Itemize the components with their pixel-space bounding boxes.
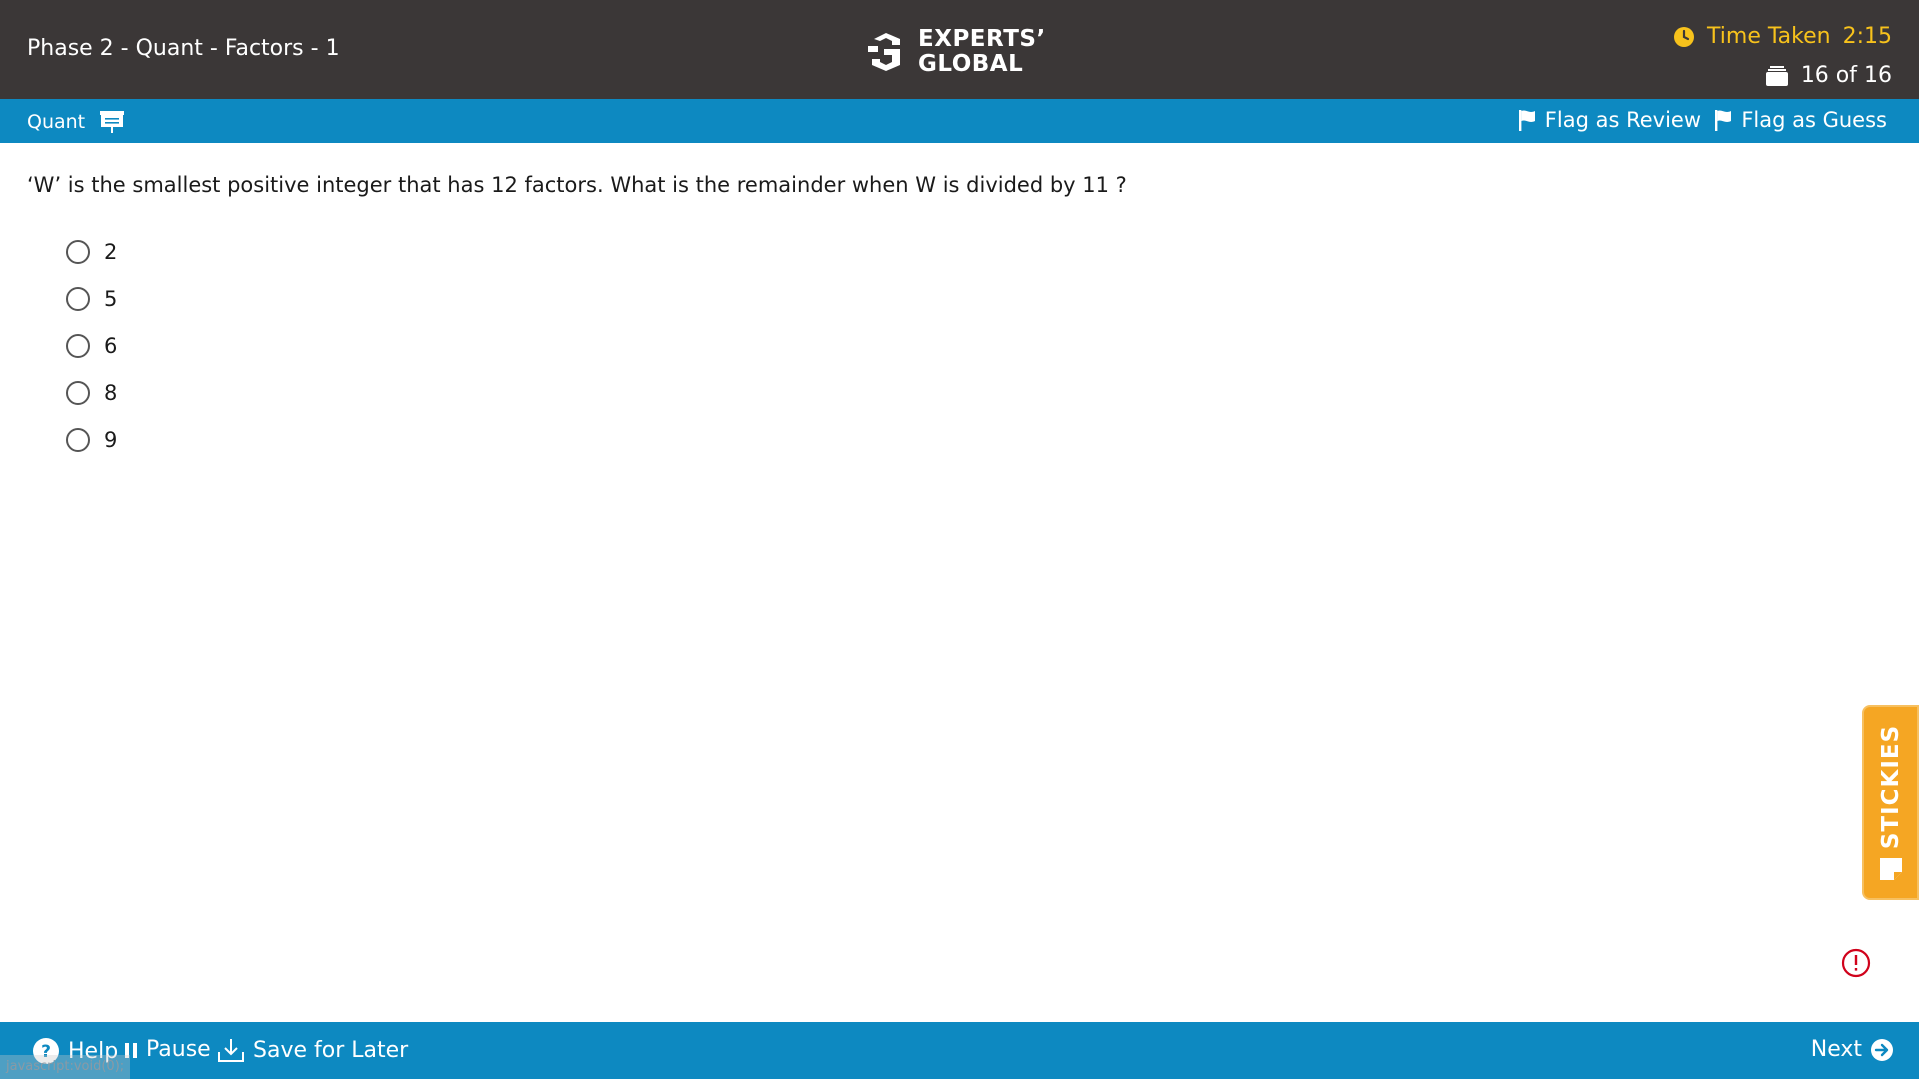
stickies-label: STICKIES [1878,724,1905,850]
alert-icon[interactable] [1841,948,1871,978]
whiteboard-icon[interactable] [99,110,125,134]
radio-button[interactable] [66,333,90,358]
section-name: Quant [27,111,86,133]
question-count: 16 of 16 [1800,63,1892,88]
radio-button[interactable] [66,239,90,264]
pause-label: Pause [146,1037,211,1062]
arrow-right-icon [1871,1038,1893,1061]
logo-mark-icon [868,33,900,71]
flag-as-guess-button[interactable]: Flag as Guess [1713,108,1887,132]
answer-option-a[interactable]: 2 [66,228,117,275]
radio-button[interactable] [66,286,90,311]
next-label: Next [1810,1037,1862,1062]
flag-as-review-button[interactable]: Flag as Review [1517,108,1701,132]
flag-icon [1518,110,1535,131]
option-label: 2 [104,239,118,264]
flag-review-label: Flag as Review [1544,108,1701,132]
top-header: Phase 2 - Quant - Factors - 1 EXPERTS’ G… [0,0,1919,99]
download-icon [218,1039,244,1062]
section-indicator[interactable]: Quant [27,110,125,134]
question-text: ‘W’ is the smallest positive integer tha… [27,173,1127,197]
radio-button[interactable] [66,427,90,452]
save-for-later-button[interactable]: Save for Later [217,1037,408,1063]
test-title: Phase 2 - Quant - Factors - 1 [27,36,340,61]
browser-status-url: javascript:void(0); [0,1055,130,1079]
answer-option-e[interactable]: 9 [66,416,117,463]
timer-label: Time Taken [1707,24,1831,49]
radio-button[interactable] [66,380,90,405]
answer-option-c[interactable]: 6 [66,322,117,369]
save-label: Save for Later [253,1037,409,1063]
question-stack-icon [1765,65,1788,86]
option-label: 5 [104,286,118,311]
option-label: 6 [104,333,118,358]
next-button[interactable]: Next [1811,1037,1894,1062]
bottom-toolbar: ? Help Pause Save for Later Next [0,1022,1919,1079]
flag-guess-label: Flag as Guess [1741,108,1887,132]
section-bar: Quant Flag as Review Flag as Guess [0,99,1919,143]
logo-line-2: GLOBAL [918,51,1024,77]
pause-button[interactable]: Pause [124,1037,211,1062]
option-label: 8 [104,380,118,405]
answer-option-b[interactable]: 5 [66,275,117,322]
sticky-note-icon [1880,858,1902,880]
timer-value: 2:15 [1842,24,1892,49]
logo-line-1: EXPERTS’ [918,26,1046,52]
experts-global-logo: EXPERTS’ GLOBAL [866,27,1046,77]
answer-options: 2 5 6 8 9 [66,228,117,463]
clock-icon [1674,26,1695,47]
flag-icon [1715,110,1732,131]
stickies-tab[interactable]: STICKIES [1862,705,1919,900]
answer-option-d[interactable]: 8 [66,369,117,416]
option-label: 9 [104,427,118,452]
time-taken: Time Taken 2:15 [1673,24,1892,49]
question-counter: 16 of 16 [1765,63,1892,88]
